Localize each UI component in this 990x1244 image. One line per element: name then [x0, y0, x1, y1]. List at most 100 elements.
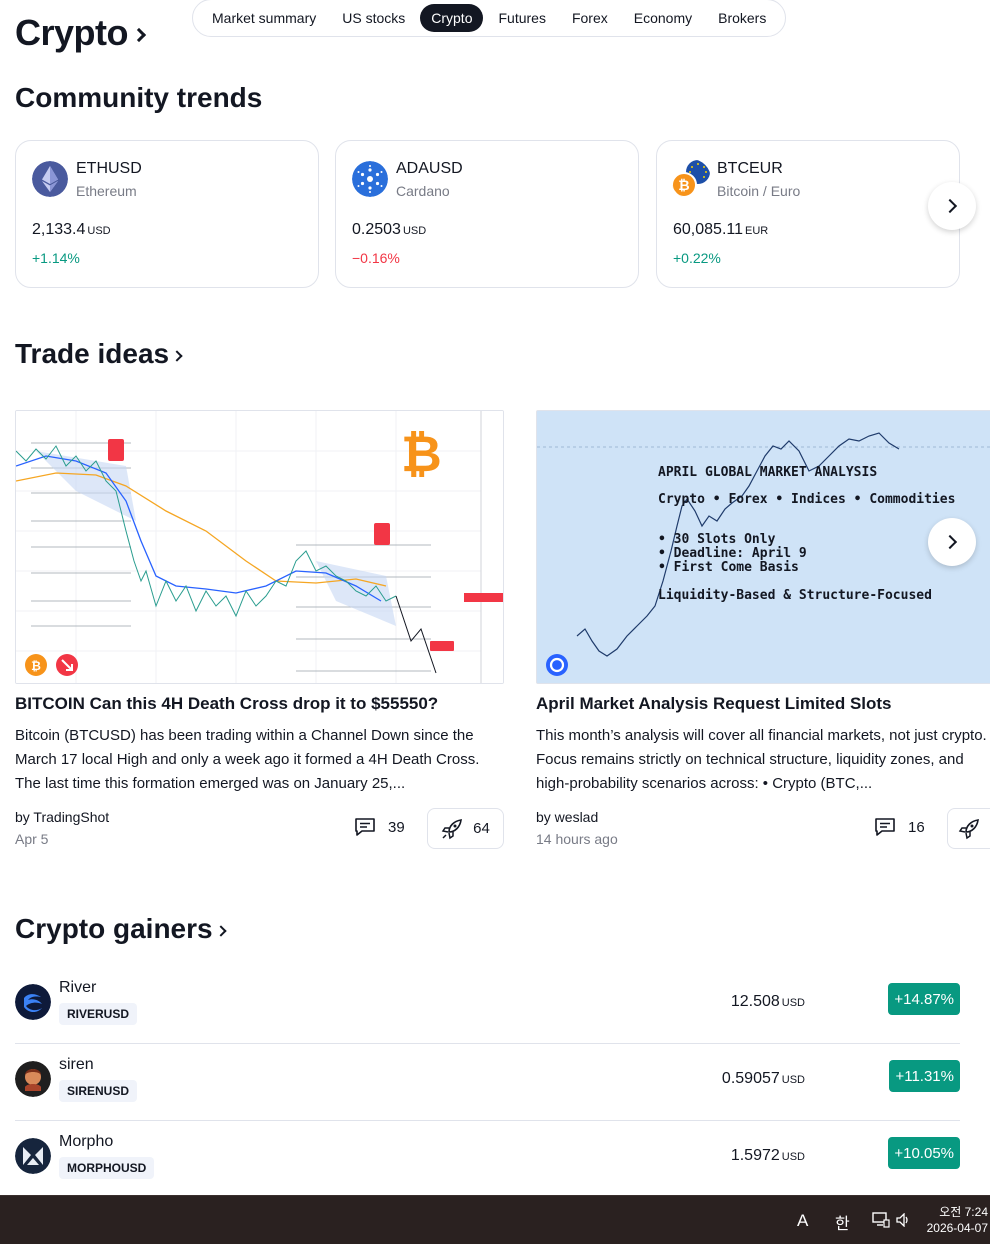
gainer-row-siren[interactable]: siren SIRENUSD 0.59057 USD +11.31%: [15, 1044, 960, 1121]
idea-2-description: This month’s analysis will cover all fin…: [536, 727, 987, 792]
tab-futures[interactable]: Futures: [487, 4, 556, 32]
gainer-ticker[interactable]: MORPHOUSD: [59, 1157, 155, 1179]
gainer-currency: USD: [781, 997, 805, 1009]
comment-icon: [355, 818, 375, 836]
tab-us-stocks[interactable]: US stocks: [331, 4, 416, 32]
cardano-icon: [352, 161, 388, 197]
idea-1-chart-image[interactable]: ₿ ₿: [15, 410, 504, 684]
idea-2-title[interactable]: April Market Analysis Request Limited Sl…: [536, 694, 892, 714]
image-bullet-text: First Come Basis: [673, 560, 799, 575]
idea-2-boost-button[interactable]: [947, 808, 990, 849]
ideas-next-button[interactable]: [928, 518, 976, 566]
trend-card-btceur[interactable]: ₿ BTCEUR Bitcoin / Euro 60,085.11 EUR +0.…: [656, 140, 960, 288]
card-name: Cardano: [396, 183, 450, 199]
gainer-change-badge: +11.31%: [889, 1060, 960, 1092]
trade-ideas-heading[interactable]: Trade ideas: [15, 338, 183, 370]
card-change: −0.16%: [352, 250, 400, 266]
idea-2-image-markets: Crypto • Forex • Indices • Commodities: [658, 492, 956, 507]
idea-2-chart-image[interactable]: APRIL GLOBAL MARKET ANALYSIS Crypto • Fo…: [536, 410, 990, 684]
gainer-price: 0.59057 USD: [722, 1070, 805, 1088]
card-symbol: BTCEUR: [717, 160, 783, 177]
gainer-price: 1.5972 USD: [731, 1147, 805, 1165]
gainer-price-value: 12.508: [730, 993, 780, 1010]
ime-mode-indicator[interactable]: A: [797, 1211, 808, 1231]
idea-2-image-heading: APRIL GLOBAL MARKET ANALYSIS: [658, 465, 878, 480]
chevron-right-icon: [214, 925, 227, 937]
gainer-price: 12.508 USD: [731, 993, 805, 1011]
page-title-text: Crypto: [15, 12, 129, 53]
trend-card-adausd[interactable]: ADAUSD Cardano 0.2503 USD −0.16%: [335, 140, 639, 288]
system-clock[interactable]: 오전 7:24 2026-04-07: [927, 1204, 988, 1236]
card-price: 0.2503 USD: [352, 221, 426, 239]
trend-card-ethusd[interactable]: ETHUSD Ethereum 2,133.4 USD +1.14%: [15, 140, 319, 288]
image-bullet-text: Deadline: April 9: [673, 546, 807, 561]
community-trends-title: Community trends: [15, 82, 263, 113]
tab-economy[interactable]: Economy: [623, 4, 703, 32]
idea-1-boost-button[interactable]: 64: [427, 808, 504, 849]
idea-2-author[interactable]: by weslad: [536, 809, 598, 825]
idea-1-title[interactable]: BITCOIN Can this 4H Death Cross drop it …: [15, 694, 438, 714]
card-name: Bitcoin / Euro: [717, 183, 801, 199]
card-price-value: 0.2503: [352, 221, 401, 238]
idea-2-image-bullets: • 30 Slots Only • Deadline: April 9 • Fi…: [658, 533, 807, 575]
tab-forex[interactable]: Forex: [561, 4, 619, 32]
os-taskbar: A 한 오전 7:24 2026-04-07: [0, 1195, 990, 1244]
image-bullet: • Deadline: April 9: [658, 546, 807, 561]
gainer-row-morpho[interactable]: Morpho MORPHOUSD 1.5972 USD +10.05%: [15, 1121, 960, 1198]
tab-brokers[interactable]: Brokers: [707, 4, 777, 32]
card-price: 2,133.4 USD: [32, 221, 111, 239]
chevron-right-icon: [171, 350, 183, 362]
ethereum-icon: [32, 161, 68, 197]
tab-market-summary[interactable]: Market summary: [201, 4, 327, 32]
rocket-icon: [958, 818, 979, 839]
river-icon: [15, 984, 51, 1020]
idea-2-comments[interactable]: 16: [874, 817, 925, 837]
chevron-right-icon: [131, 27, 147, 43]
card-currency: USD: [402, 225, 427, 237]
idea-2-image-footer: Liquidity-Based & Structure-Focused: [658, 588, 932, 603]
card-symbol: ADAUSD: [396, 160, 463, 177]
svg-text:₿: ₿: [31, 659, 41, 673]
card-price-value: 60,085.11: [673, 221, 743, 238]
tab-crypto[interactable]: Crypto: [420, 4, 484, 32]
top-bar: Crypto Market summary US stocks Crypto F…: [0, 0, 990, 70]
card-symbol: ETHUSD: [76, 160, 142, 177]
card-change: +0.22%: [673, 250, 721, 266]
crypto-gainers-title: Crypto gainers: [15, 913, 213, 944]
trends-next-button[interactable]: [928, 182, 976, 230]
gainer-currency: USD: [781, 1151, 805, 1163]
gainer-ticker[interactable]: RIVERUSD: [59, 1003, 138, 1025]
trade-ideas-title: Trade ideas: [15, 338, 170, 369]
language-indicator[interactable]: 한: [835, 1210, 850, 1234]
crypto-gainers-heading[interactable]: Crypto gainers: [15, 913, 227, 945]
comment-icon: [875, 818, 895, 836]
idea-1-comment-count: 39: [388, 818, 405, 836]
clock-time: 오전 7:24: [939, 1205, 988, 1219]
card-name: Ethereum: [76, 183, 137, 199]
gainer-name: Morpho: [59, 1133, 114, 1150]
network-icon[interactable]: [872, 1212, 890, 1228]
gainer-price-value: 0.59057: [721, 1070, 780, 1087]
image-bullet: • 30 Slots Only: [658, 532, 776, 547]
image-bullet: • First Come Basis: [658, 560, 799, 575]
idea-1-boost-count: 64: [473, 820, 490, 837]
gainer-ticker[interactable]: SIRENUSD: [59, 1080, 138, 1102]
page-title[interactable]: Crypto: [15, 12, 147, 54]
card-change: +1.14%: [32, 250, 80, 266]
community-trends-heading: Community trends: [15, 82, 262, 114]
gainer-name: River: [59, 979, 97, 996]
gainer-change-badge: +14.87%: [888, 983, 960, 1015]
volume-icon[interactable]: [896, 1213, 912, 1227]
svg-text:₿: ₿: [678, 178, 689, 194]
idea-1-comments[interactable]: 39: [354, 817, 405, 837]
idea-1-author[interactable]: by TradingShot: [15, 809, 109, 825]
rocket-icon: [441, 818, 463, 839]
card-price-value: 2,133.4: [32, 221, 86, 238]
gainer-currency: USD: [781, 1074, 805, 1086]
gainer-price-value: 1.5972: [730, 1147, 780, 1164]
card-currency: USD: [87, 225, 111, 237]
gainer-change-badge: +10.05%: [888, 1137, 960, 1169]
gainer-row-river[interactable]: River RIVERUSD 12.508 USD +14.87%: [15, 967, 960, 1044]
market-tabs: Market summary US stocks Crypto Futures …: [192, 0, 787, 37]
siren-icon: [15, 1061, 51, 1097]
